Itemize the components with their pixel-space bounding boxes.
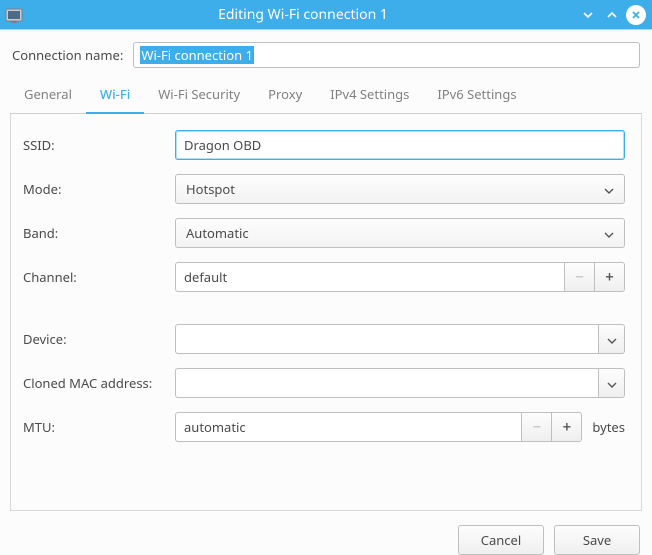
cloned-mac-dropdown-button[interactable] <box>598 369 624 397</box>
row-mtu: MTU: − + bytes <box>17 412 625 442</box>
close-button[interactable] <box>626 5 646 25</box>
minimize-button[interactable] <box>578 5 598 25</box>
channel-label: Channel: <box>17 268 175 286</box>
tab-wifi-security[interactable]: Wi-Fi Security <box>144 77 254 114</box>
device-dropdown-button[interactable] <box>598 325 624 353</box>
channel-decrement-button[interactable]: − <box>564 263 594 291</box>
mode-label: Mode: <box>17 180 175 198</box>
connection-name-value: Wi-Fi connection 1 <box>140 46 254 64</box>
mtu-spinner[interactable]: − + <box>175 412 582 442</box>
title-bar: Editing Wi-Fi connection 1 <box>0 0 652 30</box>
mtu-label: MTU: <box>17 418 175 436</box>
chevron-down-icon <box>607 374 617 392</box>
ssid-label: SSID: <box>17 136 175 154</box>
cloned-mac-input[interactable] <box>176 369 598 397</box>
mtu-input[interactable] <box>176 413 521 441</box>
connection-name-input[interactable]: Wi-Fi connection 1 <box>133 42 640 68</box>
tab-wifi[interactable]: Wi-Fi <box>86 77 144 114</box>
connection-name-row: Connection name: Wi-Fi connection 1 <box>0 30 652 76</box>
cancel-button[interactable]: Cancel <box>458 525 544 555</box>
maximize-button[interactable] <box>602 5 622 25</box>
band-value: Automatic <box>186 224 249 242</box>
window-controls <box>578 5 652 25</box>
band-label: Band: <box>17 224 175 242</box>
tab-general[interactable]: General <box>10 77 86 114</box>
row-mode: Mode: Hotspot <box>17 174 625 204</box>
tab-bar: General Wi-Fi Wi-Fi Security Proxy IPv4 … <box>10 76 642 114</box>
cloned-mac-combo[interactable] <box>175 368 625 398</box>
chevron-down-icon <box>604 180 614 198</box>
tab-proxy[interactable]: Proxy <box>254 77 316 114</box>
dialog-footer: Cancel Save <box>0 511 652 555</box>
mtu-increment-button[interactable]: + <box>551 413 581 441</box>
mode-value: Hotspot <box>186 180 235 198</box>
window-title: Editing Wi-Fi connection 1 <box>28 5 578 24</box>
mtu-decrement-button[interactable]: − <box>521 413 551 441</box>
row-ssid: SSID: <box>17 130 625 160</box>
ssid-input[interactable] <box>175 130 625 160</box>
app-icon <box>0 6 28 24</box>
device-label: Device: <box>17 330 175 348</box>
cloned-mac-label: Cloned MAC address: <box>17 374 175 392</box>
band-select[interactable]: Automatic <box>175 218 625 248</box>
tab-ipv4[interactable]: IPv4 Settings <box>316 77 423 114</box>
channel-spinner[interactable]: − + <box>175 262 625 292</box>
connection-name-label: Connection name: <box>12 46 123 64</box>
wifi-form: SSID: Mode: Hotspot Band: Automatic <box>10 114 642 511</box>
save-button[interactable]: Save <box>554 525 640 555</box>
chevron-down-icon <box>607 330 617 348</box>
channel-input[interactable] <box>176 263 564 291</box>
row-device: Device: <box>17 324 625 354</box>
device-input[interactable] <box>176 325 598 353</box>
mtu-unit: bytes <box>588 418 625 436</box>
row-cloned-mac: Cloned MAC address: <box>17 368 625 398</box>
chevron-down-icon <box>604 224 614 242</box>
row-channel: Channel: − + <box>17 262 625 292</box>
device-combo[interactable] <box>175 324 625 354</box>
channel-increment-button[interactable]: + <box>594 263 624 291</box>
mode-select[interactable]: Hotspot <box>175 174 625 204</box>
row-band: Band: Automatic <box>17 218 625 248</box>
tab-ipv6[interactable]: IPv6 Settings <box>423 77 530 114</box>
